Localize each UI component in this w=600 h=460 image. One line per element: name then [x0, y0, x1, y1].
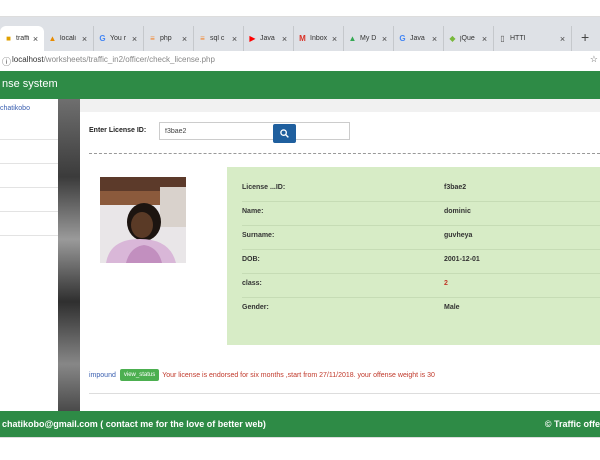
tab-inbox[interactable]: M Inbox ×	[294, 26, 344, 51]
offense-notice-text: Your license is endorsed for six months …	[162, 371, 435, 379]
close-icon[interactable]: ×	[430, 34, 439, 44]
address-bar[interactable]: ⓘ localhost/worksheets/traffic_in2/offic…	[0, 51, 600, 72]
google-icon: G	[399, 34, 406, 43]
browser-window: ■ traffi × ▲ locali × G You r × ≡ php × …	[0, 16, 600, 438]
site-header: nse system	[0, 71, 600, 99]
stackoverflow-icon: ≡	[200, 34, 205, 43]
detail-label: DOB:	[242, 256, 260, 263]
license-details-panel: License ...ID: f3bae2 Name: dominic Surn…	[227, 167, 600, 345]
detail-row: Name: dominic	[242, 201, 600, 226]
sidebar: chatikobo	[0, 99, 59, 411]
close-icon[interactable]: ×	[480, 34, 489, 44]
tab-bar: ■ traffi × ▲ locali × G You r × ≡ php × …	[0, 17, 600, 51]
sidebar-divider	[0, 139, 58, 140]
search-button[interactable]	[273, 124, 296, 143]
tab-traffic[interactable]: ■ traffi ×	[0, 26, 44, 51]
url-text[interactable]: localhost/worksheets/traffic_in2/officer…	[12, 55, 215, 64]
detail-value: f3bae2	[444, 184, 467, 191]
new-tab-button[interactable]: +	[581, 29, 589, 45]
close-icon[interactable]: ×	[80, 34, 89, 44]
site-footer: chatikobo@gmail.com ( contact me for the…	[0, 411, 600, 437]
detail-value: Male	[444, 304, 460, 311]
footer-copyright: © Traffic offe	[544, 419, 600, 429]
tab-php[interactable]: ≡ php ×	[144, 26, 194, 51]
divider	[89, 153, 600, 154]
main-panel: Enter License ID: License ...ID: f3bae2	[80, 112, 600, 411]
stackoverflow-icon: ≡	[150, 34, 155, 43]
google-icon: G	[99, 34, 106, 43]
tab-java-youtube[interactable]: ▶ Java ×	[244, 26, 294, 51]
gmail-icon: M	[299, 34, 306, 43]
info-icon[interactable]: ⓘ	[2, 55, 11, 68]
drive-icon: ▲	[348, 34, 357, 43]
detail-row: License ...ID: f3bae2	[242, 177, 600, 202]
detail-row: class: 2	[242, 273, 600, 298]
close-icon[interactable]: ×	[180, 34, 189, 44]
tab-localhost[interactable]: ▲ locali ×	[44, 26, 94, 51]
detail-value: guvheya	[444, 232, 473, 239]
detail-value: dominic	[444, 208, 471, 215]
close-icon[interactable]: ×	[31, 34, 40, 44]
detail-value: 2001-12-01	[444, 256, 480, 263]
tab-jquery[interactable]: ◆ jQue ×	[444, 26, 494, 51]
tab-google[interactable]: G You r ×	[94, 26, 144, 51]
tab-my-drive[interactable]: ▲ My D ×	[344, 26, 394, 51]
sidebar-divider	[0, 163, 58, 164]
detail-label: Gender:	[242, 304, 269, 311]
close-icon[interactable]: ×	[130, 34, 139, 44]
folder-icon: ■	[6, 34, 11, 43]
tab-http[interactable]: ▯ HTTI ×	[494, 26, 572, 51]
footer-contact: chatikobo@gmail.com ( contact me for the…	[2, 419, 266, 429]
search-icon	[280, 129, 289, 138]
impound-link[interactable]: impound	[89, 372, 116, 379]
close-icon[interactable]: ×	[558, 34, 567, 44]
detail-label: class:	[242, 280, 262, 287]
sidebar-user-link[interactable]: chatikobo	[0, 105, 30, 112]
detail-label: Name:	[242, 208, 264, 215]
jquery-icon: ◆	[449, 34, 456, 43]
document-icon: ▯	[500, 34, 505, 43]
tab-sql[interactable]: ≡ sql c ×	[194, 26, 244, 51]
detail-row: Gender: Male	[242, 297, 600, 321]
view-status-button[interactable]: view_status	[119, 369, 160, 381]
driver-photo	[100, 177, 186, 263]
license-id-input[interactable]	[159, 122, 350, 140]
site-title: nse system	[2, 78, 58, 90]
tab-java-google[interactable]: G Java ×	[394, 26, 444, 51]
close-icon[interactable]: ×	[380, 34, 389, 44]
bookmark-star-icon[interactable]: ☆	[590, 54, 598, 65]
offense-notice: impound view_status Your license is endo…	[89, 369, 435, 381]
detail-row: DOB: 2001-12-01	[242, 249, 600, 274]
phpmyadmin-icon: ▲	[48, 34, 57, 43]
detail-label: Surname:	[242, 232, 275, 239]
close-icon[interactable]: ×	[280, 34, 289, 44]
sidebar-divider	[0, 235, 58, 236]
detail-value: 2	[444, 280, 448, 287]
detail-label: License ...ID:	[242, 184, 286, 191]
divider	[89, 393, 600, 394]
license-id-label: Enter License ID:	[89, 127, 147, 134]
close-icon[interactable]: ×	[230, 34, 239, 44]
sidebar-divider	[0, 211, 58, 212]
detail-row: Surname: guvheya	[242, 225, 600, 250]
background-image	[58, 99, 80, 411]
sidebar-divider	[0, 187, 58, 188]
close-icon[interactable]: ×	[330, 34, 339, 44]
youtube-icon: ▶	[249, 34, 256, 43]
